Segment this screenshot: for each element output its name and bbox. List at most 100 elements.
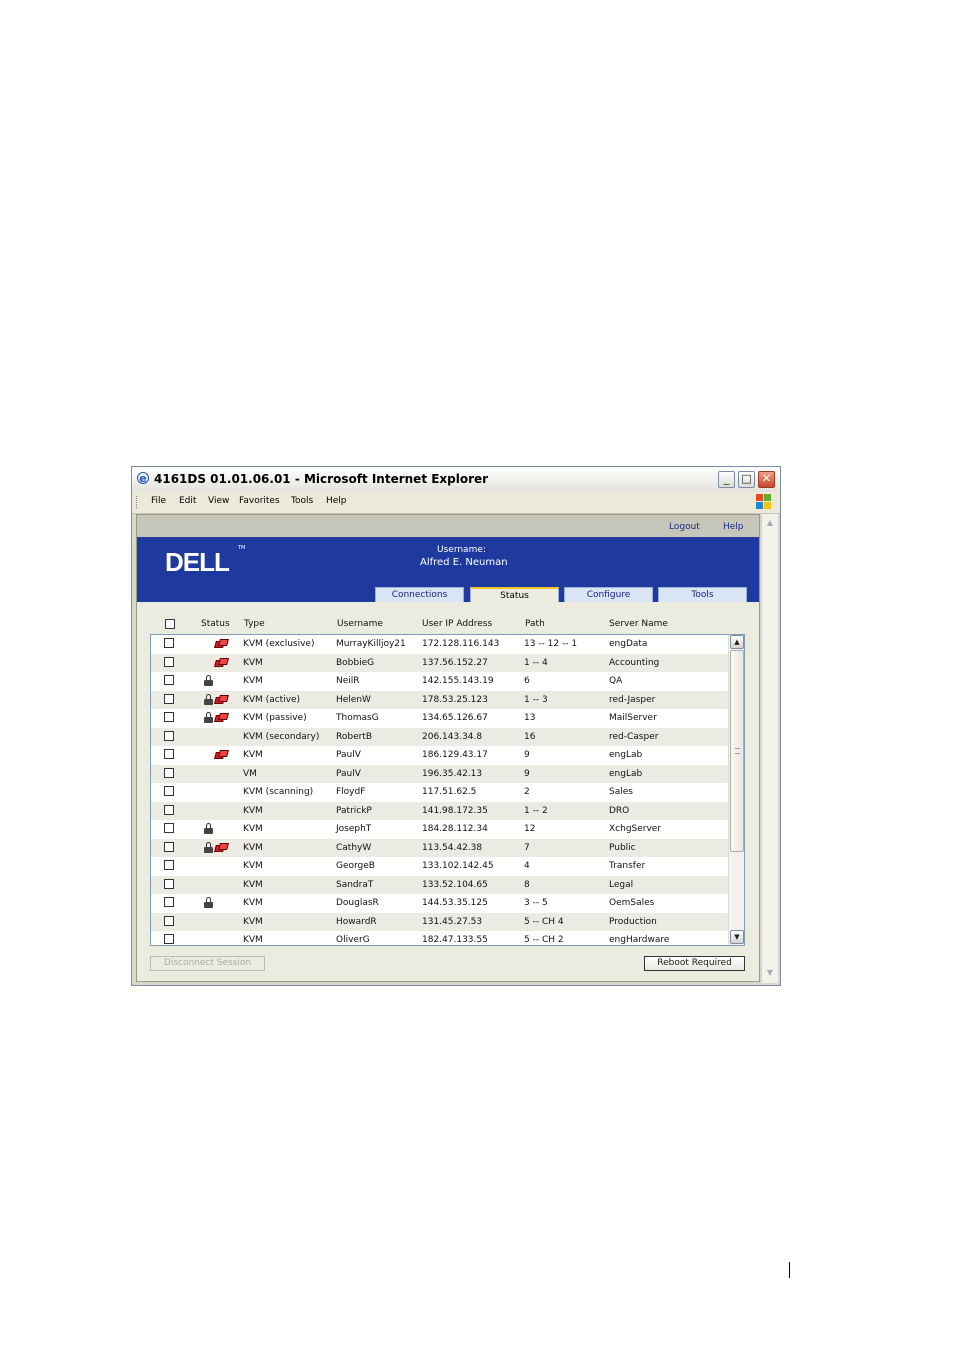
browser-scroll-up-icon[interactable]: ▲: [763, 516, 777, 530]
help-link[interactable]: Help: [723, 522, 744, 532]
column-header-path: Path: [525, 619, 545, 629]
cell-path: 8: [524, 879, 530, 890]
table-row[interactable]: KVM OliverG 182.47.133.55 5 -- CH 2 engHardw…: [151, 931, 728, 945]
cell-path: 12: [524, 824, 536, 834]
cell-ip: 131.45.27.53: [422, 916, 483, 927]
table-row[interactable]: VM PaulV 196.35.42.13 9 engLab: [151, 764, 728, 783]
menu-view[interactable]: View: [208, 496, 229, 506]
menu-tools[interactable]: Tools: [291, 496, 313, 506]
table-row[interactable]: KVM PatrickP 141.98.172.35 1 -- 2 DRO: [151, 801, 728, 820]
scroll-up-arrow-icon[interactable]: ▲: [730, 635, 744, 649]
minimize-button[interactable]: _: [718, 471, 735, 488]
cell-type: KVM (secondary): [243, 731, 320, 742]
close-button[interactable]: ✕: [758, 471, 775, 488]
disconnect-session-button[interactable]: Disconnect Session: [150, 956, 265, 971]
cell-ip: 142.155.143.19: [422, 676, 494, 686]
row-checkbox[interactable]: [164, 693, 174, 704]
cell-username: CathyW: [336, 842, 372, 853]
cell-username: HelenW: [336, 694, 371, 705]
row-checkbox[interactable]: [164, 712, 174, 722]
browser-window: e 4161DS 01.01.06.01 - Microsoft Interne…: [131, 466, 781, 986]
table-row[interactable]: KVM (scanning) FloydF 117.51.62.5 2 Sales: [151, 783, 728, 802]
active-session-icon: [214, 694, 229, 704]
row-checkbox[interactable]: [164, 786, 174, 796]
column-header-ip: User IP Address: [422, 619, 493, 629]
cell-path: 7: [524, 842, 530, 853]
table-row[interactable]: KVM SandraT 133.52.104.65 8 Legal: [151, 875, 728, 894]
menu-favorites[interactable]: Favorites: [239, 496, 280, 506]
scroll-down-arrow-icon[interactable]: ▼: [730, 930, 744, 944]
browser-scrollbar[interactable]: ▲ ▼: [761, 514, 778, 983]
select-all-checkbox[interactable]: [165, 619, 175, 629]
cell-server: engData: [609, 639, 648, 649]
cell-type: KVM (exclusive): [243, 639, 315, 649]
row-checkbox[interactable]: [164, 804, 174, 815]
row-checkbox[interactable]: [164, 860, 174, 870]
tab-connections[interactable]: Connections: [375, 587, 464, 602]
table-row[interactable]: KVM (passive) ThomasG 134.65.126.67 13 MailS…: [151, 709, 728, 728]
scroll-thumb[interactable]: [730, 650, 744, 852]
cell-type: KVM: [243, 879, 263, 890]
reboot-required-button[interactable]: Reboot Required: [644, 956, 745, 971]
row-checkbox[interactable]: [164, 823, 174, 833]
cell-path: 6: [524, 676, 530, 686]
dell-logo: DELL: [165, 547, 230, 577]
cell-server: Transfer: [609, 861, 646, 871]
tab-tools[interactable]: Tools: [658, 587, 747, 602]
menu-help[interactable]: Help: [326, 496, 347, 506]
row-checkbox[interactable]: [164, 675, 174, 685]
row-checkbox[interactable]: [164, 878, 174, 889]
menu-file[interactable]: File: [151, 496, 166, 506]
browser-scroll-down-icon[interactable]: ▼: [763, 966, 777, 980]
lock-icon: [204, 675, 213, 686]
title-bar: e 4161DS 01.01.06.01 - Microsoft Interne…: [132, 467, 780, 492]
table-row[interactable]: KVM NeilR 142.155.143.19 6 QA: [151, 672, 728, 691]
cell-type: KVM: [243, 676, 263, 686]
table-row[interactable]: KVM (exclusive) MurrayKilljoy21 172.128.11…: [151, 635, 728, 654]
row-checkbox[interactable]: [164, 730, 174, 741]
cell-username: PaulV: [336, 768, 361, 779]
cell-path: 5 -- CH 2: [524, 935, 564, 945]
cell-server: MailServer: [609, 713, 657, 723]
table-row[interactable]: KVM (active) HelenW 178.53.25.123 1 -- 3 red…: [151, 690, 728, 709]
row-checkbox[interactable]: [164, 749, 174, 759]
table-row[interactable]: KVM HowardR 131.45.27.53 5 -- CH 4 Productio…: [151, 912, 728, 931]
cell-username: HowardR: [336, 916, 377, 927]
row-checkbox[interactable]: [164, 841, 174, 852]
row-checkbox[interactable]: [164, 915, 174, 926]
column-header-username: Username: [337, 619, 383, 629]
table-row[interactable]: KVM PaulV 186.129.43.17 9 engLab: [151, 746, 728, 765]
cell-path: 9: [524, 768, 530, 779]
row-checkbox[interactable]: [164, 934, 174, 944]
cell-server: engHardware: [609, 935, 670, 945]
table-row[interactable]: KVM GeorgeB 133.102.142.45 4 Transfer: [151, 857, 728, 876]
cell-ip: 206.143.34.8: [422, 731, 483, 742]
active-session-icon: [214, 657, 229, 667]
table-row[interactable]: KVM CathyW 113.54.42.38 7 Public: [151, 838, 728, 857]
table-row[interactable]: KVM (secondary) RobertB 206.143.34.8 16 red-…: [151, 727, 728, 746]
table-row[interactable]: KVM BobbieG 137.56.152.27 1 -- 4 Accounting: [151, 653, 728, 672]
cell-username: GeorgeB: [336, 861, 375, 871]
table-row[interactable]: KVM JosephT 184.28.112.34 12 XchgServer: [151, 820, 728, 839]
cell-ip: 113.54.42.38: [422, 842, 483, 853]
logout-link[interactable]: Logout: [669, 522, 700, 532]
windows-logo-icon: [756, 494, 772, 510]
maximize-button[interactable]: □: [738, 471, 755, 488]
cell-username: JosephT: [336, 824, 372, 834]
tab-status[interactable]: Status: [470, 587, 559, 602]
tab-configure[interactable]: Configure: [564, 587, 653, 602]
cell-type: KVM: [243, 750, 263, 760]
cell-server: engLab: [609, 768, 643, 779]
row-checkbox[interactable]: [164, 767, 174, 778]
table-scrollbar[interactable]: ▲ ▼: [728, 635, 744, 945]
row-checkbox[interactable]: [164, 656, 174, 667]
row-checkbox[interactable]: [164, 897, 174, 907]
row-checkbox[interactable]: [164, 638, 174, 648]
window-title: 4161DS 01.01.06.01 - Microsoft Internet …: [154, 472, 489, 486]
cell-ip: 182.47.133.55: [422, 935, 488, 945]
table-row[interactable]: KVM DouglasR 144.53.35.125 3 -- 5 OemSales: [151, 894, 728, 913]
menu-edit[interactable]: Edit: [179, 496, 196, 506]
cell-server: OemSales: [609, 898, 655, 908]
lock-icon: [204, 841, 213, 853]
cell-type: KVM: [243, 824, 263, 834]
